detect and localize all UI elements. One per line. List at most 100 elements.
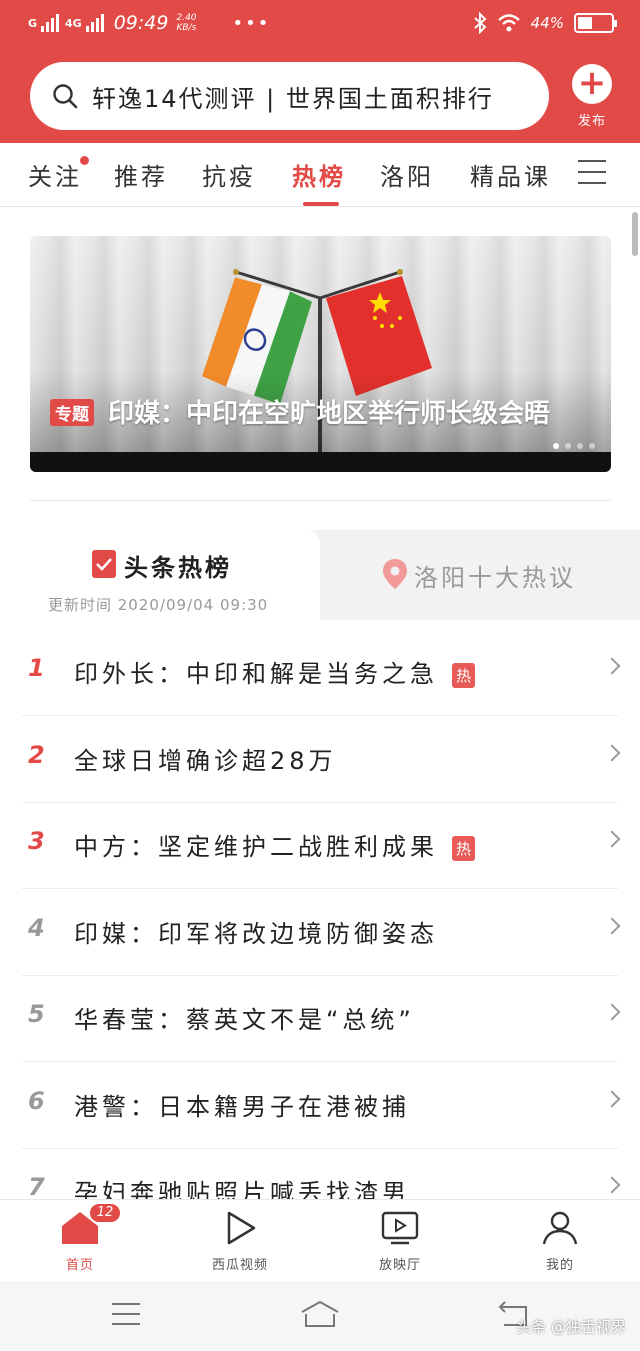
hot-item-title-text: 中方：坚定维护二战胜利成果 bbox=[74, 833, 438, 861]
hot-item-title: 华春莹：蔡英文不是“总统” bbox=[74, 1000, 415, 1035]
nav-mine[interactable]: 我的 bbox=[510, 1208, 610, 1273]
scrollbar[interactable] bbox=[632, 212, 638, 256]
pager-dot bbox=[553, 443, 559, 449]
rank-number: 2 bbox=[28, 740, 45, 769]
city-hot-tab[interactable]: 洛阳十大热议 bbox=[320, 530, 640, 620]
hot-item-title-text: 印媒：印军将改边境防御姿态 bbox=[74, 919, 438, 948]
rank-number: 3 bbox=[28, 827, 45, 855]
hot-item-title: 全球日增确诊超28万 bbox=[74, 741, 337, 776]
banner-pager bbox=[553, 443, 595, 449]
more-notifications-icon: ••• bbox=[232, 12, 271, 34]
tv-icon bbox=[381, 1211, 419, 1245]
chevron-right-icon bbox=[603, 1003, 621, 1021]
channel-menu-icon[interactable] bbox=[578, 160, 606, 184]
banner-title: 印媒：中印在空旷地区举行师长级会晤 bbox=[108, 399, 551, 429]
hot-tag-badge: 热 bbox=[452, 662, 476, 688]
follow-notification-dot bbox=[80, 156, 89, 165]
tab-premium-course[interactable]: 精品课 bbox=[470, 157, 551, 192]
publish-label: 发布 bbox=[577, 114, 606, 129]
hot-list-icon bbox=[92, 550, 116, 578]
divider bbox=[30, 500, 611, 501]
pager-dot bbox=[589, 443, 595, 449]
nav-xigua-label: 西瓜视频 bbox=[211, 1258, 268, 1273]
chevron-right-icon bbox=[603, 744, 621, 761]
chevron-right-icon bbox=[603, 657, 621, 675]
rank-number: 5 bbox=[28, 1000, 45, 1028]
nav-mine-label: 我的 bbox=[545, 1258, 574, 1273]
hot-item-title-text: 华春莹：蔡英文不是“总统” bbox=[74, 1006, 415, 1034]
banner-topic-tag: 专题 bbox=[50, 399, 94, 426]
top-header: G 4G 09:49 2.40 KB/s ••• 44% 轩逸14代测评 | 世… bbox=[0, 0, 640, 143]
signal-g-label: G bbox=[28, 16, 38, 30]
chevron-right-icon bbox=[603, 1090, 621, 1107]
nav-xigua-video[interactable]: 西瓜视频 bbox=[190, 1208, 290, 1273]
bluetooth-icon bbox=[473, 12, 487, 34]
watermark: 头条 @独舌视界 bbox=[516, 1318, 626, 1336]
chevron-right-icon bbox=[603, 1176, 621, 1194]
net-speed: 2.40 KB/s bbox=[176, 13, 197, 33]
hot-item-title: 印外长：中印和解是当务之急热 bbox=[74, 654, 476, 689]
hot-item-title-text: 印外长：中印和解是当务之急 bbox=[74, 660, 438, 688]
battery-icon bbox=[574, 13, 617, 33]
channel-tabs: 关注 推荐 抗疫 热榜 洛阳 精品课 bbox=[0, 143, 640, 207]
hot-list: 1 印外长：中印和解是当务之急热 2 全球日增确诊超28万 3 中方：坚定维护二战胜利成果… bbox=[0, 620, 640, 1235]
hot-item-title: 港警：日本籍男子在港被捕 bbox=[74, 1087, 410, 1122]
publish-button[interactable]: + 发布 bbox=[568, 64, 616, 129]
hot-list-item[interactable]: 2 全球日增确诊超28万 bbox=[22, 717, 621, 803]
update-time: 更新时间 2020/09/04 09:30 bbox=[48, 596, 269, 614]
rank-number: 4 bbox=[28, 913, 45, 942]
menu-icon[interactable] bbox=[110, 1301, 142, 1327]
play-icon bbox=[227, 1211, 256, 1245]
topic-banner[interactable]: 专题 印媒：中印在空旷地区举行师长级会晤 bbox=[30, 236, 611, 472]
hot-list-item[interactable]: 1 印外长：中印和解是当务之急热 bbox=[22, 630, 621, 716]
search-suggestion-text: 轩逸14代测评 | 世界国土面积排行 bbox=[92, 84, 494, 113]
search-bar[interactable]: 轩逸14代测评 | 世界国土面积排行 bbox=[30, 62, 549, 130]
plus-icon: + bbox=[572, 64, 612, 104]
hot-tag-badge: 热 bbox=[452, 835, 476, 861]
hot-list-item[interactable]: 5 华春莹：蔡英文不是“总统” bbox=[22, 976, 621, 1062]
city-hot-title: 洛阳十大热议 bbox=[414, 564, 576, 592]
tab-follow[interactable]: 关注 bbox=[28, 157, 82, 192]
nav-home-label: 首页 bbox=[65, 1258, 94, 1273]
hot-section-header: 洛阳十大热议 头条热榜 更新时间 2020/09/04 09:30 bbox=[0, 530, 640, 620]
headline-hot-tab[interactable]: 头条热榜 更新时间 2020/09/04 09:30 bbox=[0, 530, 320, 620]
nav-cinema-label: 放映厅 bbox=[378, 1258, 421, 1273]
battery-fill bbox=[578, 17, 593, 29]
signal-icon bbox=[41, 14, 60, 32]
pager-dot bbox=[565, 443, 571, 449]
active-tab-indicator bbox=[303, 202, 339, 206]
bottom-nav: 12 首页 西瓜视频 放映厅 我的 bbox=[0, 1199, 640, 1281]
user-icon bbox=[542, 1211, 578, 1245]
hot-list-item[interactable]: 4 印媒：印军将改边境防御姿态 bbox=[22, 890, 621, 976]
search-icon bbox=[53, 84, 78, 109]
nav-cinema[interactable]: 放映厅 bbox=[350, 1208, 450, 1273]
location-pin-icon bbox=[383, 559, 407, 589]
chevron-right-icon bbox=[603, 917, 621, 934]
headline-hot-title: 头条热榜 bbox=[124, 554, 232, 582]
tab-luoyang[interactable]: 洛阳 bbox=[380, 157, 434, 192]
rank-number: 1 bbox=[28, 654, 45, 682]
battery-percent: 44% bbox=[530, 14, 564, 32]
tab-recommend[interactable]: 推荐 bbox=[114, 157, 168, 192]
home-button-icon[interactable] bbox=[298, 1299, 342, 1329]
rank-number: 6 bbox=[28, 1086, 45, 1115]
hot-item-title: 中方：坚定维护二战胜利成果热 bbox=[74, 827, 476, 862]
tab-anti-epidemic[interactable]: 抗疫 bbox=[202, 157, 256, 192]
hot-list-item[interactable]: 3 中方：坚定维护二战胜利成果热 bbox=[22, 803, 621, 889]
status-bar: G 4G 09:49 2.40 KB/s ••• 44% bbox=[0, 0, 640, 50]
network-type: 4G bbox=[65, 16, 82, 30]
chevron-right-icon bbox=[603, 830, 621, 848]
hot-list-item[interactable]: 6 港警：日本籍男子在港被捕 bbox=[22, 1063, 621, 1149]
rank-number: 7 bbox=[28, 1173, 45, 1201]
signal-icon-2 bbox=[85, 14, 104, 32]
hot-item-title-text: 全球日增确诊超28万 bbox=[74, 746, 337, 775]
hot-item-title: 印媒：印军将改边境防御姿态 bbox=[74, 914, 438, 949]
clock: 09:49 bbox=[113, 12, 169, 34]
pager-dot bbox=[577, 443, 583, 449]
home-badge: 12 bbox=[88, 1202, 122, 1224]
hot-item-title-text: 港警：日本籍男子在港被捕 bbox=[74, 1092, 410, 1121]
nav-home[interactable]: 12 首页 bbox=[30, 1202, 130, 1273]
app-root: G 4G 09:49 2.40 KB/s ••• 44% 轩逸14代测评 | 世… bbox=[0, 0, 640, 1351]
wifi-icon bbox=[497, 14, 520, 32]
tab-hot-list[interactable]: 热榜 bbox=[292, 157, 346, 192]
